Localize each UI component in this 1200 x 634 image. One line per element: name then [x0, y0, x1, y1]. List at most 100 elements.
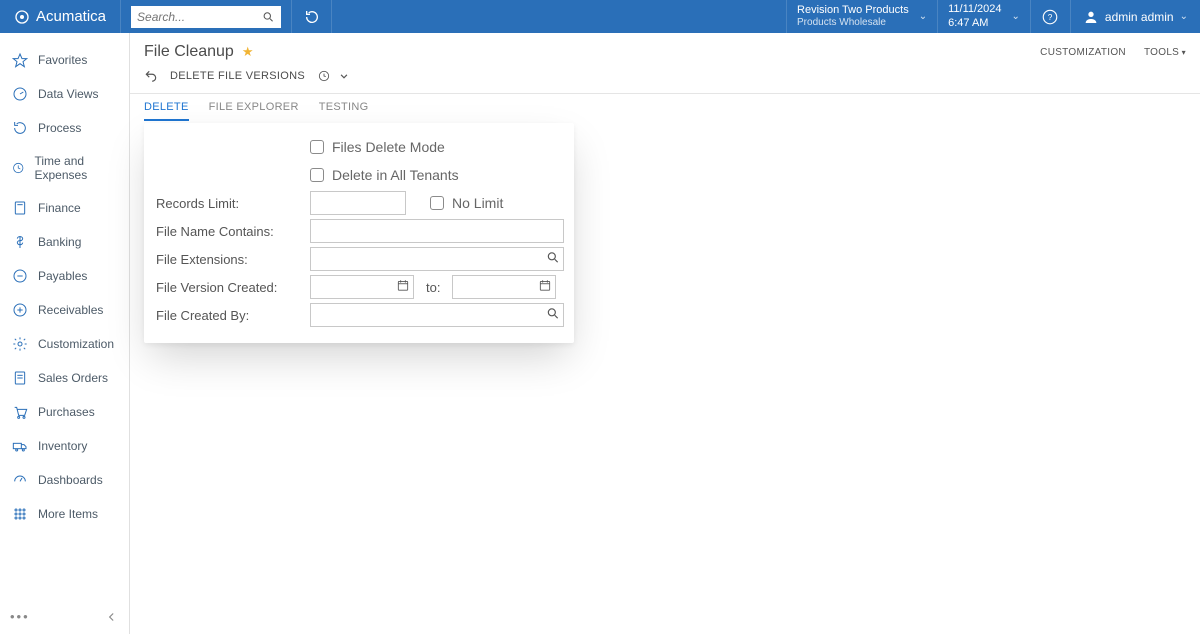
tenant-selector[interactable]: Revision Two Products Products Wholesale…: [786, 0, 937, 33]
top-header: Acumatica Revision Two Products Products…: [0, 0, 1200, 33]
svg-text:?: ?: [1048, 13, 1053, 22]
truck-icon: [12, 438, 28, 454]
sidebar-item-salesorders[interactable]: Sales Orders: [0, 361, 129, 395]
sidebar-item-label: Favorites: [38, 53, 87, 67]
sidebar-item-process[interactable]: Process: [0, 111, 129, 145]
sidebar-item-banking[interactable]: Banking: [0, 225, 129, 259]
delete-file-versions-button[interactable]: DELETE FILE VERSIONS: [170, 70, 305, 82]
help-button[interactable]: ?: [1030, 0, 1070, 33]
records-limit-input[interactable]: [310, 191, 406, 215]
business-date[interactable]: 11/11/2024 6:47 AM ⌄: [937, 0, 1030, 33]
sidebar-item-inventory[interactable]: Inventory: [0, 429, 129, 463]
minus-circle-icon: [12, 268, 28, 284]
user-menu[interactable]: admin admin ⌄: [1070, 0, 1200, 33]
toolbar: DELETE FILE VERSIONS: [130, 61, 1200, 94]
chevron-down-icon[interactable]: [337, 69, 351, 83]
brand-logo[interactable]: Acumatica: [0, 0, 121, 33]
sidebar-item-finance[interactable]: Finance: [0, 191, 129, 225]
page-title: File Cleanup ★: [144, 43, 253, 61]
file-version-created-label: File Version Created:: [154, 280, 310, 295]
to-label: to:: [422, 280, 444, 295]
sidebar-item-label: Customization: [38, 337, 114, 351]
search-icon: [262, 10, 275, 24]
sidebar-item-purchases[interactable]: Purchases: [0, 395, 129, 429]
chevron-down-icon: ⌄: [1012, 11, 1020, 22]
sidebar-item-favorites[interactable]: Favorites: [0, 43, 129, 77]
chevron-down-icon: ⌄: [1180, 11, 1188, 22]
files-delete-mode-checkbox[interactable]: [310, 140, 324, 154]
tenant-sub: Products Wholesale: [797, 17, 909, 29]
user-name: admin admin: [1105, 10, 1174, 24]
document-icon: [12, 370, 28, 386]
cart-icon: [12, 404, 28, 420]
sidebar-item-label: Receivables: [38, 303, 103, 317]
collapse-icon[interactable]: [105, 610, 119, 624]
gauge-icon: [12, 86, 28, 102]
file-extensions-label: File Extensions:: [154, 252, 310, 267]
sidebar-item-label: Process: [38, 121, 81, 135]
calendar-icon[interactable]: [538, 279, 552, 296]
tools-menu[interactable]: TOOLS: [1144, 47, 1186, 58]
sidebar-item-label: Banking: [38, 235, 81, 249]
more-icon[interactable]: •••: [10, 609, 30, 624]
customization-link[interactable]: CUSTOMIZATION: [1040, 47, 1126, 58]
star-icon: [12, 52, 28, 68]
sidebar-item-receivables[interactable]: Receivables: [0, 293, 129, 327]
refresh-button[interactable]: [292, 0, 332, 33]
tab-file-explorer[interactable]: FILE EXPLORER: [209, 93, 299, 121]
sidebar-item-time[interactable]: Time and Expenses: [0, 145, 129, 191]
file-name-contains-input[interactable]: [310, 219, 564, 243]
tenant-name: Revision Two Products: [797, 4, 909, 17]
undo-icon[interactable]: [144, 69, 158, 83]
sidebar-item-customization[interactable]: Customization: [0, 327, 129, 361]
filter-panel: Files Delete Mode Delete in All Tenants …: [144, 123, 574, 343]
file-created-by-input[interactable]: [310, 303, 564, 327]
main-content: File Cleanup ★ CUSTOMIZATION TOOLS DELET…: [130, 33, 1200, 634]
delete-all-tenants-checkbox[interactable]: [310, 168, 324, 182]
no-limit-label: No Limit: [452, 195, 503, 211]
help-icon: ?: [1041, 8, 1059, 26]
delete-all-tenants-label: Delete in All Tenants: [332, 167, 459, 183]
gear-icon: [12, 336, 28, 352]
search-input[interactable]: [137, 10, 262, 24]
grid-icon: [12, 506, 28, 522]
brand-name: Acumatica: [36, 8, 106, 25]
time-value: 6:47 AM: [948, 17, 1001, 30]
tab-bar: DELETE FILE EXPLORER TESTING: [130, 93, 1200, 121]
refresh-icon: [304, 9, 320, 25]
dollar-icon: [12, 234, 28, 250]
search-box[interactable]: [131, 6, 281, 28]
chevron-down-icon: ⌄: [919, 11, 927, 22]
no-limit-checkbox[interactable]: [430, 196, 444, 210]
sidebar: Favorites Data Views Process Time and Ex…: [0, 33, 130, 634]
plus-circle-icon: [12, 302, 28, 318]
files-delete-mode-label: Files Delete Mode: [332, 139, 445, 155]
file-extensions-input[interactable]: [310, 247, 564, 271]
sidebar-item-label: Sales Orders: [38, 371, 108, 385]
sidebar-item-dataviews[interactable]: Data Views: [0, 77, 129, 111]
search-area: [121, 0, 292, 33]
file-created-by-label: File Created By:: [154, 308, 310, 323]
calendar-icon[interactable]: [396, 279, 410, 296]
favorite-star-icon[interactable]: ★: [242, 44, 254, 60]
sidebar-item-label: Time and Expenses: [35, 154, 118, 182]
sidebar-item-label: Data Views: [38, 87, 98, 101]
file-name-contains-label: File Name Contains:: [154, 224, 310, 239]
date-value: 11/11/2024: [948, 3, 1001, 16]
lookup-icon[interactable]: [546, 307, 560, 324]
lookup-icon[interactable]: [546, 251, 560, 268]
tab-delete[interactable]: DELETE: [144, 93, 189, 121]
sidebar-item-label: Dashboards: [38, 473, 103, 487]
clock-icon: [12, 160, 25, 176]
schedule-icon[interactable]: [317, 69, 331, 83]
logo-icon: [14, 9, 30, 25]
dashboard-icon: [12, 472, 28, 488]
sidebar-item-label: More Items: [38, 507, 98, 521]
user-icon: [1083, 9, 1099, 25]
sidebar-item-dashboards[interactable]: Dashboards: [0, 463, 129, 497]
sidebar-item-more[interactable]: More Items: [0, 497, 129, 531]
tab-testing[interactable]: TESTING: [319, 93, 369, 121]
sidebar-item-payables[interactable]: Payables: [0, 259, 129, 293]
sidebar-item-label: Purchases: [38, 405, 95, 419]
process-icon: [12, 120, 28, 136]
